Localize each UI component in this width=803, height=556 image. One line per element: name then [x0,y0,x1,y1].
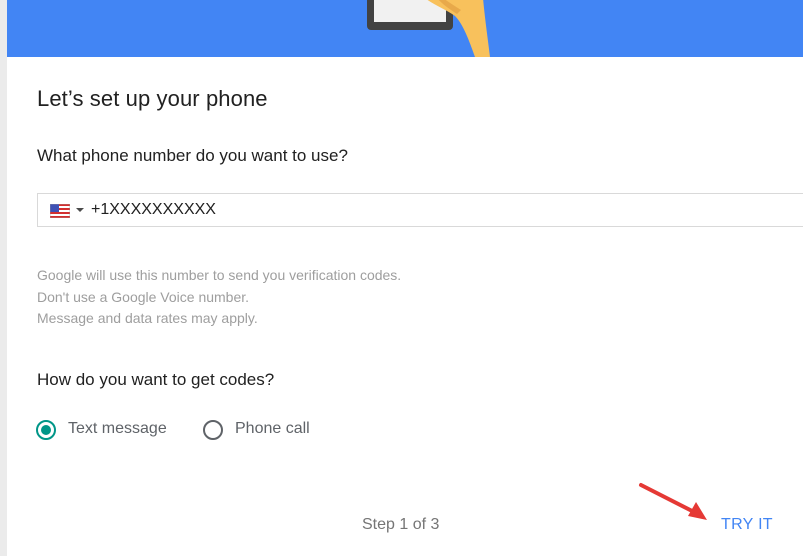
step-indicator: Step 1 of 3 [362,516,440,533]
phone-question: What phone number do you want to use? [37,146,348,165]
help-line: Google will use this number to send you … [37,267,402,283]
us-flag-icon [50,204,70,218]
help-line: Message and data rates may apply. [37,310,258,326]
radio-label: Text message [68,420,167,437]
country-selector[interactable] [50,203,86,219]
setup-card: Let’s set up your phone What phone numbe… [7,0,803,556]
phone-help-text: Google will use this number to send you … [37,265,401,330]
page: Let’s set up your phone What phone numbe… [0,0,803,556]
page-title: Let’s set up your phone [37,86,268,111]
radio-label: Phone call [235,420,310,437]
try-it-button[interactable]: TRY IT [721,516,773,534]
red-arrow-icon [639,483,707,520]
phone-number-input[interactable] [91,199,791,221]
radio-checked-icon [36,420,56,440]
phone-hand-illustration [367,0,490,57]
chevron-down-icon [76,208,84,212]
radio-unchecked-icon [203,420,223,440]
delivery-question: How do you want to get codes? [37,370,275,389]
radio-dot [41,425,51,435]
hero-banner [7,0,803,57]
phone-field [37,193,803,227]
help-line: Don't use a Google Voice number. [37,288,250,305]
